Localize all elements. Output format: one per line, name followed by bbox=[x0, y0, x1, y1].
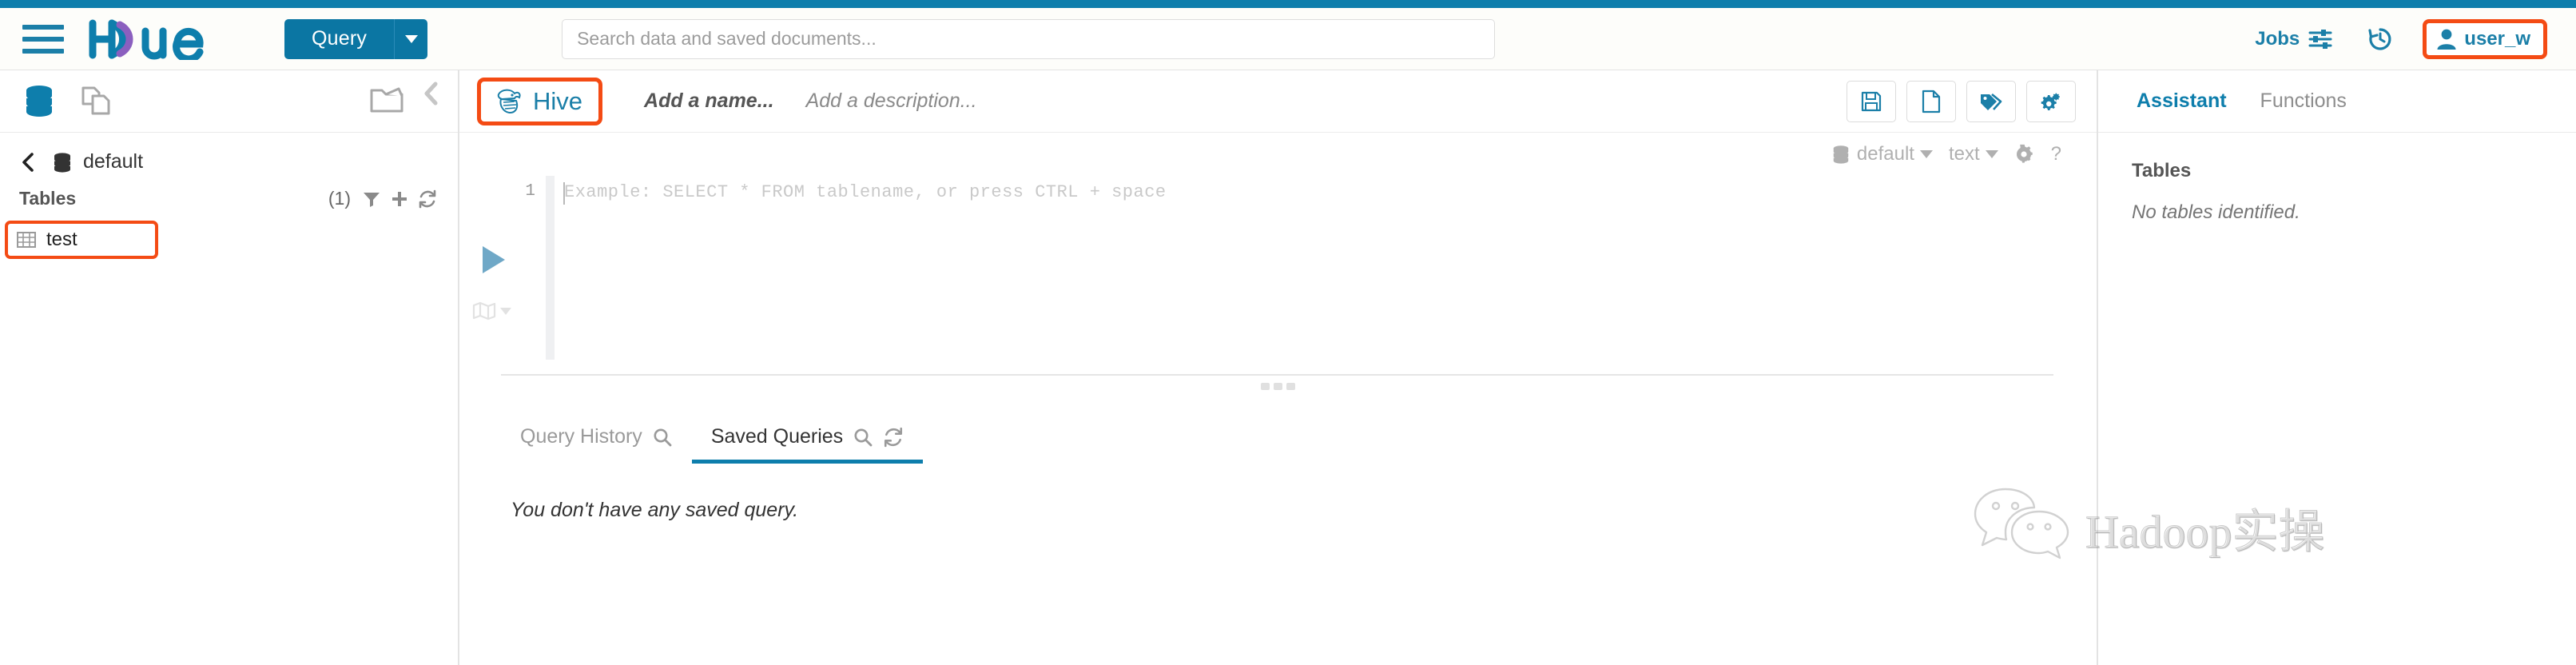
database-selector-label: default bbox=[1856, 143, 1914, 165]
hue-logo[interactable] bbox=[88, 18, 240, 60]
results-tabbar: Query History Saved Queries bbox=[501, 416, 2097, 464]
text-caret bbox=[563, 182, 565, 205]
assistant-tables-section: Tables No tables identified. bbox=[2098, 133, 2576, 224]
map-control[interactable] bbox=[472, 301, 511, 321]
tables-header: Tables (1) bbox=[0, 181, 458, 214]
plus-icon[interactable] bbox=[390, 189, 409, 209]
tags-button[interactable] bbox=[1966, 80, 2016, 122]
navbar-right-group: Jobs user_w bbox=[2255, 18, 2547, 59]
history-clock-icon bbox=[2368, 27, 2391, 50]
left-panel-tabbar bbox=[0, 70, 458, 133]
new-document-icon bbox=[1922, 90, 1941, 113]
hamburger-menu-icon[interactable] bbox=[22, 22, 64, 57]
refresh-icon[interactable] bbox=[418, 189, 437, 209]
right-assistant-panel: Assistant Functions Tables No tables ide… bbox=[2097, 70, 2576, 665]
open-folder-icon[interactable] bbox=[368, 81, 410, 121]
tables-count: (1) bbox=[328, 188, 351, 209]
tab-functions[interactable]: Functions bbox=[2260, 90, 2347, 113]
tab-saved-queries-label: Saved Queries bbox=[710, 425, 844, 448]
save-button[interactable] bbox=[1847, 80, 1896, 122]
database-icon[interactable] bbox=[21, 84, 58, 119]
query-dropdown-button[interactable] bbox=[394, 18, 428, 59]
play-triangle-icon[interactable] bbox=[483, 246, 505, 273]
editor-resize-handle[interactable] bbox=[459, 383, 2097, 390]
document-description-field[interactable]: Add a description... bbox=[806, 90, 977, 113]
query-button-group: Query bbox=[284, 18, 428, 59]
ace-editor[interactable]: 1 Example: SELECT * FROM tablename, or p… bbox=[512, 176, 2097, 360]
assistant-empty-message: No tables identified. bbox=[2132, 201, 2300, 223]
editor-toolbar bbox=[1847, 80, 2076, 122]
chevron-down-icon bbox=[404, 34, 418, 43]
global-search-wrapper bbox=[562, 18, 1496, 59]
map-icon bbox=[472, 301, 495, 321]
line-number: 1 bbox=[525, 182, 535, 201]
user-icon bbox=[2437, 29, 2456, 50]
sliders-icon bbox=[2308, 29, 2332, 49]
left-panel-right-icons bbox=[368, 80, 442, 122]
main-body: default Tables (1) test Hive Add a name.… bbox=[0, 70, 2576, 665]
format-selector-label: text bbox=[1948, 143, 1980, 165]
table-icon bbox=[17, 232, 36, 248]
editor-divider bbox=[501, 374, 2053, 376]
search-icon[interactable] bbox=[652, 427, 673, 448]
user-label: user_w bbox=[2464, 27, 2530, 50]
hue-editor-page: Query Jobs bbox=[0, 0, 2576, 665]
database-icon bbox=[1833, 145, 1849, 164]
database-name: default bbox=[83, 150, 144, 173]
tab-query-history-label: Query History bbox=[520, 425, 642, 448]
collapse-left-icon[interactable] bbox=[421, 80, 442, 122]
jobs-button[interactable]: Jobs bbox=[2255, 27, 2333, 51]
filter-icon[interactable] bbox=[362, 189, 381, 209]
new-document-button[interactable] bbox=[1906, 80, 1956, 122]
chevron-down-icon bbox=[1985, 150, 1998, 158]
engine-tab-hive[interactable]: Hive bbox=[477, 77, 603, 125]
tab-query-history[interactable]: Query History bbox=[501, 425, 692, 464]
database-icon bbox=[54, 152, 70, 173]
jobs-label: Jobs bbox=[2255, 27, 2300, 50]
ace-editor-body[interactable]: Example: SELECT * FROM tablename, or pre… bbox=[546, 176, 2097, 360]
chevron-left-icon bbox=[22, 152, 34, 172]
engine-tab-label: Hive bbox=[533, 86, 583, 115]
editor-subbar: default text ? bbox=[459, 133, 2097, 176]
editor-column: Hive Add a name... Add a description... bbox=[459, 70, 2097, 665]
tags-icon bbox=[1981, 93, 2002, 110]
search-input[interactable] bbox=[562, 18, 1496, 59]
left-assist-panel: default Tables (1) test bbox=[0, 70, 459, 665]
tables-header-label: Tables bbox=[19, 188, 77, 209]
user-menu-button[interactable]: user_w bbox=[2423, 18, 2547, 59]
hive-logo-icon bbox=[497, 89, 521, 113]
refresh-icon[interactable] bbox=[883, 427, 904, 448]
job-history-button[interactable] bbox=[2367, 26, 2394, 53]
code-placeholder: Example: SELECT * FROM tablename, or pre… bbox=[564, 182, 1167, 202]
chevron-down-icon bbox=[1919, 150, 1933, 158]
gear-icon bbox=[2016, 144, 2033, 163]
help-button[interactable]: ? bbox=[2051, 143, 2061, 165]
chevron-down-icon bbox=[499, 307, 511, 315]
assistant-tabbar: Assistant Functions bbox=[2098, 70, 2576, 133]
editor-header: Hive Add a name... Add a description... bbox=[459, 70, 2097, 133]
table-row[interactable]: test bbox=[5, 221, 158, 259]
database-selector[interactable]: default bbox=[1831, 143, 1933, 165]
documents-icon[interactable] bbox=[78, 84, 115, 119]
editor-settings-button[interactable] bbox=[2014, 144, 2035, 165]
settings-gears-icon bbox=[2041, 93, 2060, 110]
top-accent-stripe bbox=[0, 0, 2576, 8]
table-name: test bbox=[46, 229, 78, 250]
saved-queries-empty-message: You don't have any saved query. bbox=[511, 499, 799, 521]
run-gutter bbox=[471, 176, 512, 360]
tables-actions bbox=[362, 189, 437, 209]
tab-saved-queries[interactable]: Saved Queries bbox=[691, 425, 924, 464]
assistant-section-title: Tables bbox=[2132, 160, 2192, 181]
database-breadcrumb[interactable]: default bbox=[0, 133, 458, 181]
document-name-field[interactable]: Add a name... bbox=[644, 90, 774, 113]
settings-button[interactable] bbox=[2026, 80, 2076, 122]
save-icon bbox=[1861, 91, 1882, 111]
search-icon[interactable] bbox=[853, 427, 873, 448]
question-mark-icon: ? bbox=[2050, 143, 2061, 165]
format-selector[interactable]: text bbox=[1949, 143, 1998, 165]
code-editor-area: 1 Example: SELECT * FROM tablename, or p… bbox=[459, 176, 2097, 360]
query-button[interactable]: Query bbox=[284, 18, 395, 59]
top-navbar: Query Jobs bbox=[0, 8, 2576, 70]
tab-assistant[interactable]: Assistant bbox=[2137, 90, 2227, 113]
